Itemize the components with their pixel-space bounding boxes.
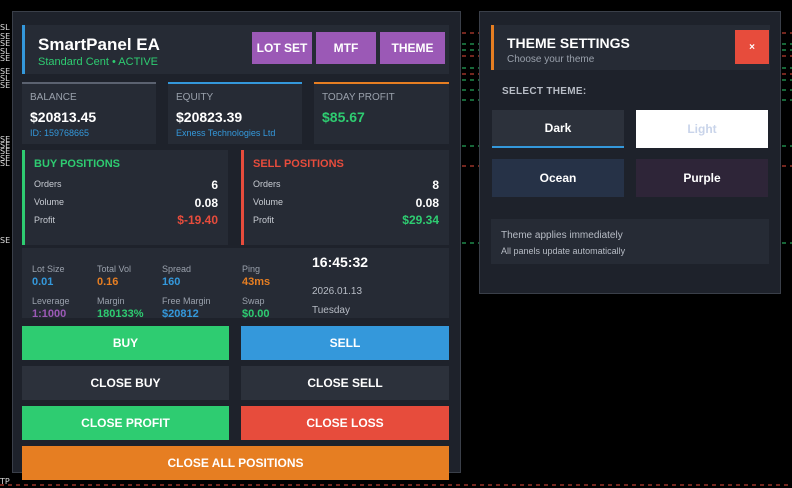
- buy-volume-label: Volume: [34, 197, 65, 207]
- swap-value: $0.00: [242, 308, 270, 320]
- lot-size-label: Lot Size: [32, 264, 65, 274]
- buy-profit-value: $-19.40: [177, 213, 218, 227]
- server-date: 2026.01.13: [312, 286, 363, 297]
- theme-header: THEME SETTINGS Choose your theme: [491, 25, 770, 70]
- leverage-value: 1:1000: [32, 308, 67, 320]
- edge-label: TP: [0, 477, 10, 486]
- theme-button[interactable]: THEME: [380, 32, 445, 64]
- buy-orders-label: Orders: [34, 179, 62, 189]
- edge-label: SL: [0, 23, 10, 32]
- leverage-label: Leverage: [32, 296, 70, 306]
- buy-volume-value: 0.08: [194, 196, 218, 210]
- edge-label: SL: [0, 159, 10, 168]
- sell-button[interactable]: SELL: [241, 326, 449, 360]
- buy-button[interactable]: BUY: [22, 326, 229, 360]
- ping-label: Ping: [242, 264, 261, 274]
- buy-orders-value: 6: [211, 178, 218, 192]
- buy-positions-title: BUY POSITIONS: [34, 158, 120, 170]
- theme-note-sub: All panels update automatically: [501, 246, 626, 256]
- select-theme-label: SELECT THEME:: [502, 86, 587, 97]
- theme-option-light[interactable]: Light: [636, 110, 768, 148]
- swap-label: Swap: [242, 296, 265, 306]
- total-vol-label: Total Vol: [97, 264, 132, 274]
- sell-positions-card: SELL POSITIONS Orders 8 Volume 0.08 Prof…: [241, 150, 449, 245]
- theme-option-dark[interactable]: Dark: [492, 110, 624, 148]
- sell-profit-label: Profit: [253, 215, 275, 225]
- lot-size-value: 0.01: [32, 276, 54, 288]
- balance-label: BALANCE: [30, 92, 77, 103]
- sell-volume-value: 0.08: [415, 196, 439, 210]
- sell-orders-value: 8: [432, 178, 439, 192]
- today-profit-value: $85.67: [322, 109, 365, 125]
- edge-label: SE: [0, 236, 11, 245]
- balance-card: BALANCE $20813.45 ID: 159768665: [22, 82, 156, 144]
- close-loss-button[interactable]: CLOSE LOSS: [241, 406, 449, 440]
- broker-name: Exness Technologies Ltd: [176, 128, 276, 138]
- spread-label: Spread: [162, 264, 192, 274]
- buy-profit-label: Profit: [34, 215, 56, 225]
- lot-set-button[interactable]: LOT SET: [252, 32, 312, 64]
- smartpanel-main: SmartPanel EA Standard Cent • ACTIVE LOT…: [12, 11, 461, 480]
- account-status: Standard Cent • ACTIVE: [38, 56, 159, 68]
- theme-option-ocean[interactable]: Ocean: [492, 159, 624, 197]
- close-sell-button[interactable]: CLOSE SELL: [241, 366, 449, 400]
- sell-profit-value: $29.34: [402, 213, 439, 227]
- close-all-positions-button[interactable]: CLOSE ALL POSITIONS: [22, 446, 449, 480]
- buy-positions-card: BUY POSITIONS Orders 6 Volume 0.08 Profi…: [22, 150, 228, 245]
- free-margin-label: Free Margin: [162, 296, 211, 306]
- free-margin-value: $20812: [162, 308, 199, 320]
- theme-title: THEME SETTINGS: [507, 35, 630, 51]
- balance-value: $20813.45: [30, 109, 97, 125]
- app-title: SmartPanel EA: [38, 35, 160, 54]
- mtf-button[interactable]: MTF: [316, 32, 376, 64]
- server-weekday: Tuesday: [312, 305, 350, 316]
- theme-note: Theme applies immediately All panels upd…: [491, 219, 769, 264]
- equity-value: $20823.39: [176, 109, 243, 125]
- theme-subtitle: Choose your theme: [507, 54, 595, 65]
- edge-label: SE: [0, 81, 11, 90]
- equity-label: EQUITY: [176, 92, 214, 103]
- ping-value: 43ms: [242, 276, 271, 288]
- theme-settings-panel: THEME SETTINGS Choose your theme × SELEC…: [479, 11, 781, 294]
- close-buy-button[interactable]: CLOSE BUY: [22, 366, 229, 400]
- today-profit-card: TODAY PROFIT $85.67: [314, 82, 449, 144]
- sell-volume-label: Volume: [253, 197, 284, 207]
- spread-value: 160: [162, 276, 181, 288]
- panel-header: SmartPanel EA Standard Cent • ACTIVE LOT…: [22, 25, 449, 74]
- account-id: ID: 159768665: [30, 128, 90, 138]
- equity-card: EQUITY $20823.39 Exness Technologies Ltd: [168, 82, 302, 144]
- close-icon[interactable]: ×: [735, 30, 769, 64]
- edge-label: SE: [0, 54, 11, 63]
- margin-label: Margin: [97, 296, 125, 306]
- margin-value: 180133%: [97, 308, 144, 320]
- today-profit-label: TODAY PROFIT: [322, 92, 395, 103]
- close-profit-button[interactable]: CLOSE PROFIT: [22, 406, 229, 440]
- server-time: 16:45:32: [312, 254, 369, 270]
- sell-orders-label: Orders: [253, 179, 281, 189]
- theme-note-main: Theme applies immediately: [501, 230, 623, 241]
- sell-positions-title: SELL POSITIONS: [253, 158, 344, 170]
- theme-option-purple[interactable]: Purple: [636, 159, 768, 197]
- account-info-box: Lot Size 0.01 Total Vol 0.16 Spread 160 …: [22, 248, 449, 320]
- total-vol-value: 0.16: [97, 276, 119, 288]
